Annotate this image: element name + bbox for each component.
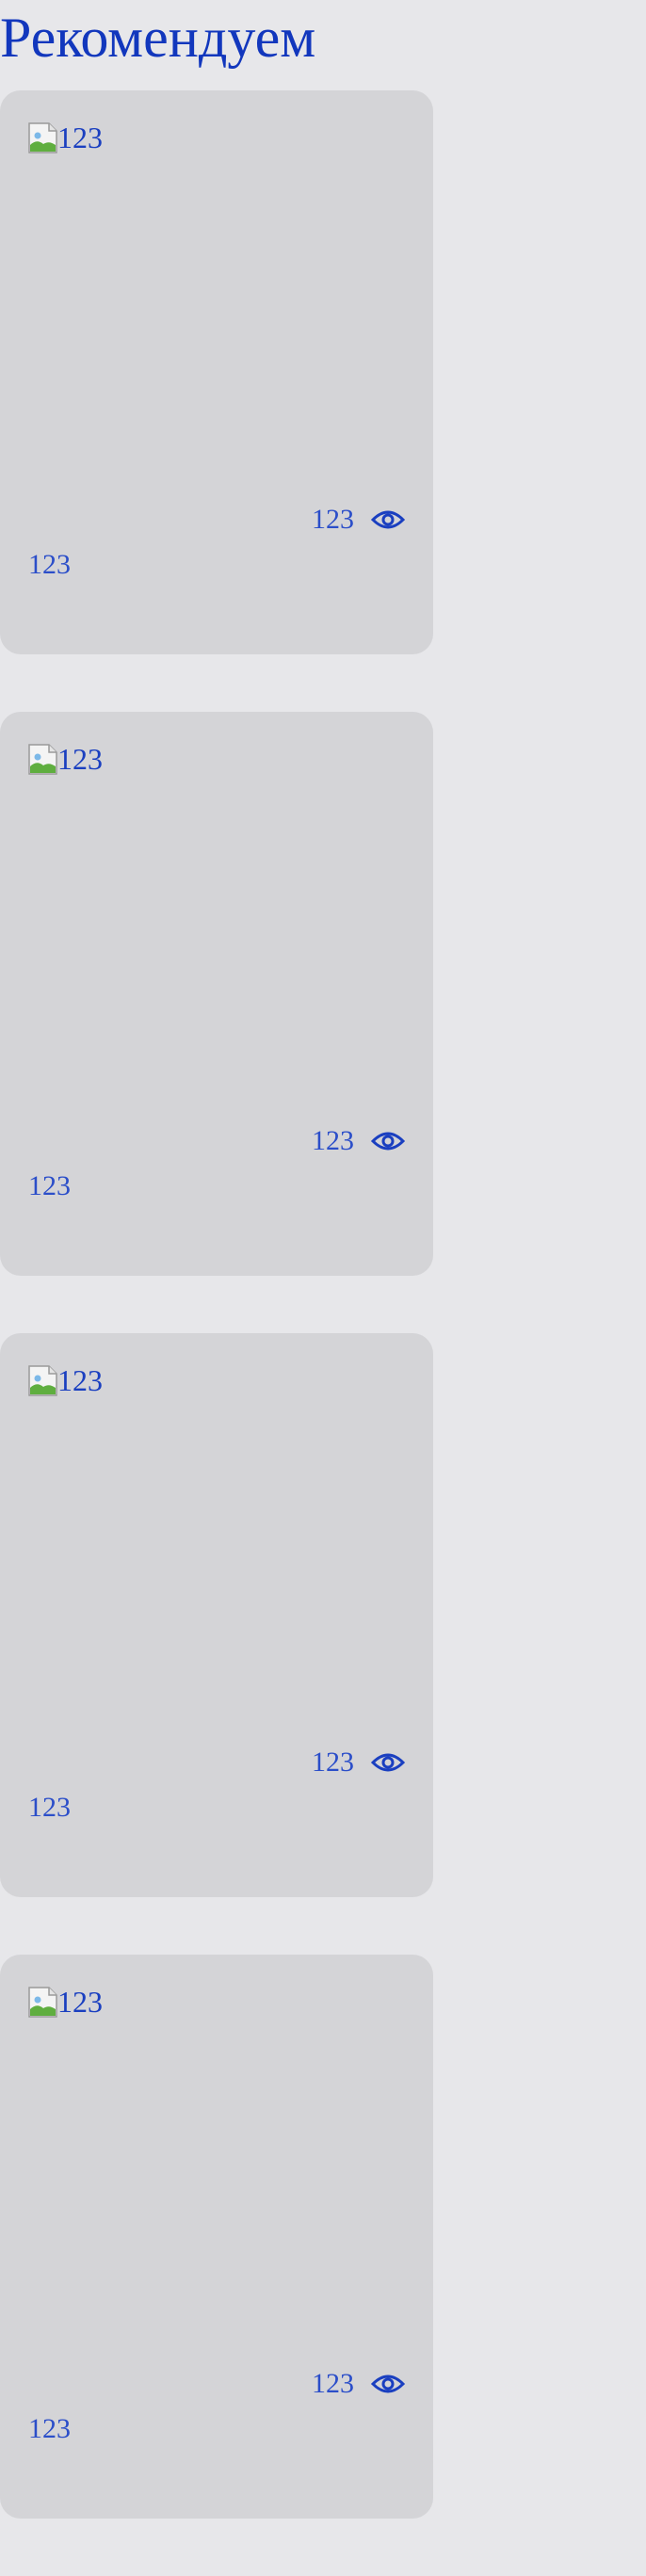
card-views: 123 bbox=[312, 2365, 405, 2403]
card-image[interactable]: 123 bbox=[28, 1983, 103, 2021]
broken-image-icon bbox=[28, 1364, 57, 1396]
views-count: 123 bbox=[312, 1125, 354, 1156]
card-title[interactable]: 123 bbox=[28, 546, 71, 584]
broken-image-icon bbox=[28, 743, 57, 775]
recommendation-card[interactable]: 123 123 123 bbox=[0, 712, 433, 1276]
card-image-alt: 123 bbox=[57, 742, 103, 776]
card-image-alt: 123 bbox=[57, 1363, 103, 1397]
card-image[interactable]: 123 bbox=[28, 740, 103, 778]
card-image[interactable]: 123 bbox=[28, 119, 103, 156]
views-count: 123 bbox=[312, 504, 354, 535]
recommendation-card[interactable]: 123 123 123 bbox=[0, 1955, 433, 2519]
eye-icon bbox=[371, 507, 405, 532]
card-title[interactable]: 123 bbox=[28, 2410, 71, 2448]
broken-image-icon bbox=[28, 1986, 57, 2018]
eye-icon bbox=[371, 2372, 405, 2396]
views-count: 123 bbox=[312, 1747, 354, 1778]
recommendations-list: 123 123 123 123 123 123 123 123 123 123 … bbox=[0, 90, 433, 2576]
card-views: 123 bbox=[312, 501, 405, 539]
recommendation-card[interactable]: 123 123 123 bbox=[0, 90, 433, 654]
card-image-alt: 123 bbox=[57, 121, 103, 154]
recommendation-card[interactable]: 123 123 123 bbox=[0, 1333, 433, 1897]
eye-icon bbox=[371, 1750, 405, 1775]
card-views: 123 bbox=[312, 1744, 405, 1781]
card-title[interactable]: 123 bbox=[28, 1789, 71, 1827]
card-title[interactable]: 123 bbox=[28, 1167, 71, 1205]
broken-image-icon bbox=[28, 121, 57, 153]
eye-icon bbox=[371, 1129, 405, 1153]
card-image[interactable]: 123 bbox=[28, 1361, 103, 1399]
page-title: Рекомендуем bbox=[0, 7, 316, 69]
views-count: 123 bbox=[312, 2368, 354, 2399]
card-views: 123 bbox=[312, 1122, 405, 1160]
card-image-alt: 123 bbox=[57, 1985, 103, 2019]
